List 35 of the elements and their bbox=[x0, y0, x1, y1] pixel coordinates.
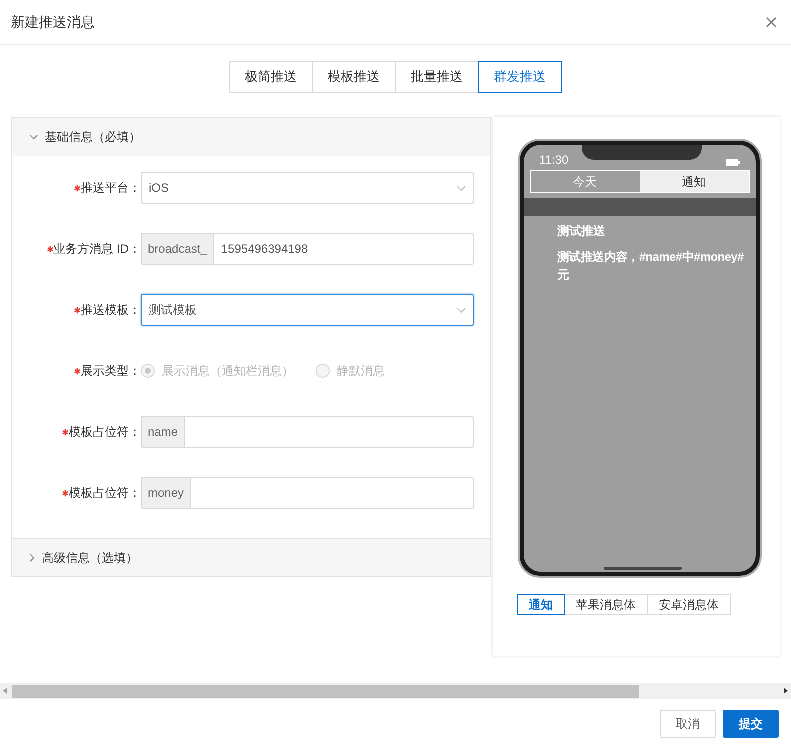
field-label: 推送模板： bbox=[81, 302, 141, 319]
mode-tab[interactable]: 模板推送 bbox=[312, 61, 396, 93]
input-field[interactable] bbox=[191, 477, 474, 509]
notification-title: 测试推送 bbox=[558, 223, 606, 240]
input-field[interactable] bbox=[185, 416, 474, 448]
field-label: 展示类型： bbox=[81, 363, 141, 380]
notification-body: 测试推送内容，#name#中#money#元 bbox=[558, 249, 745, 284]
field-label: 业务方消息 ID： bbox=[54, 241, 141, 258]
chevron-down-icon bbox=[457, 308, 466, 312]
submit-button[interactable]: 提交 bbox=[723, 710, 779, 738]
select-field[interactable]: iOS bbox=[141, 172, 474, 204]
field-label: 模板占位符： bbox=[69, 485, 141, 502]
close-icon[interactable] bbox=[766, 16, 777, 28]
input-prefix: name bbox=[141, 416, 186, 448]
preview-tab[interactable]: 通知 bbox=[517, 594, 565, 615]
scrollbar-thumb[interactable] bbox=[12, 684, 639, 698]
cancel-button[interactable]: 取消 bbox=[660, 710, 716, 738]
phone-tab[interactable]: 通知 bbox=[640, 171, 748, 192]
section-header[interactable]: 高级信息（选填） bbox=[12, 538, 490, 576]
mode-tab[interactable]: 极简推送 bbox=[229, 61, 313, 93]
input-prefix: broadcast_ bbox=[141, 233, 214, 265]
mode-tab[interactable]: 群发推送 bbox=[478, 61, 562, 93]
select-field[interactable]: 测试模板 bbox=[141, 294, 474, 326]
preview-tab[interactable]: 安卓消息体 bbox=[647, 594, 731, 615]
battery-icon bbox=[726, 159, 740, 166]
section-header[interactable]: 基础信息（必填） bbox=[12, 118, 490, 156]
field-label: 模板占位符： bbox=[69, 424, 141, 441]
status-time: 11:30 bbox=[540, 154, 569, 166]
preview-tab[interactable]: 苹果消息体 bbox=[564, 594, 648, 615]
field-label: 推送平台： bbox=[81, 180, 141, 197]
input-prefix: money bbox=[141, 477, 192, 509]
dialog-title: 新建推送消息 bbox=[11, 12, 95, 32]
input-field[interactable]: 1595496394198 bbox=[214, 233, 474, 265]
chevron-down-icon bbox=[457, 186, 466, 190]
mode-tab[interactable]: 批量推送 bbox=[395, 61, 479, 93]
